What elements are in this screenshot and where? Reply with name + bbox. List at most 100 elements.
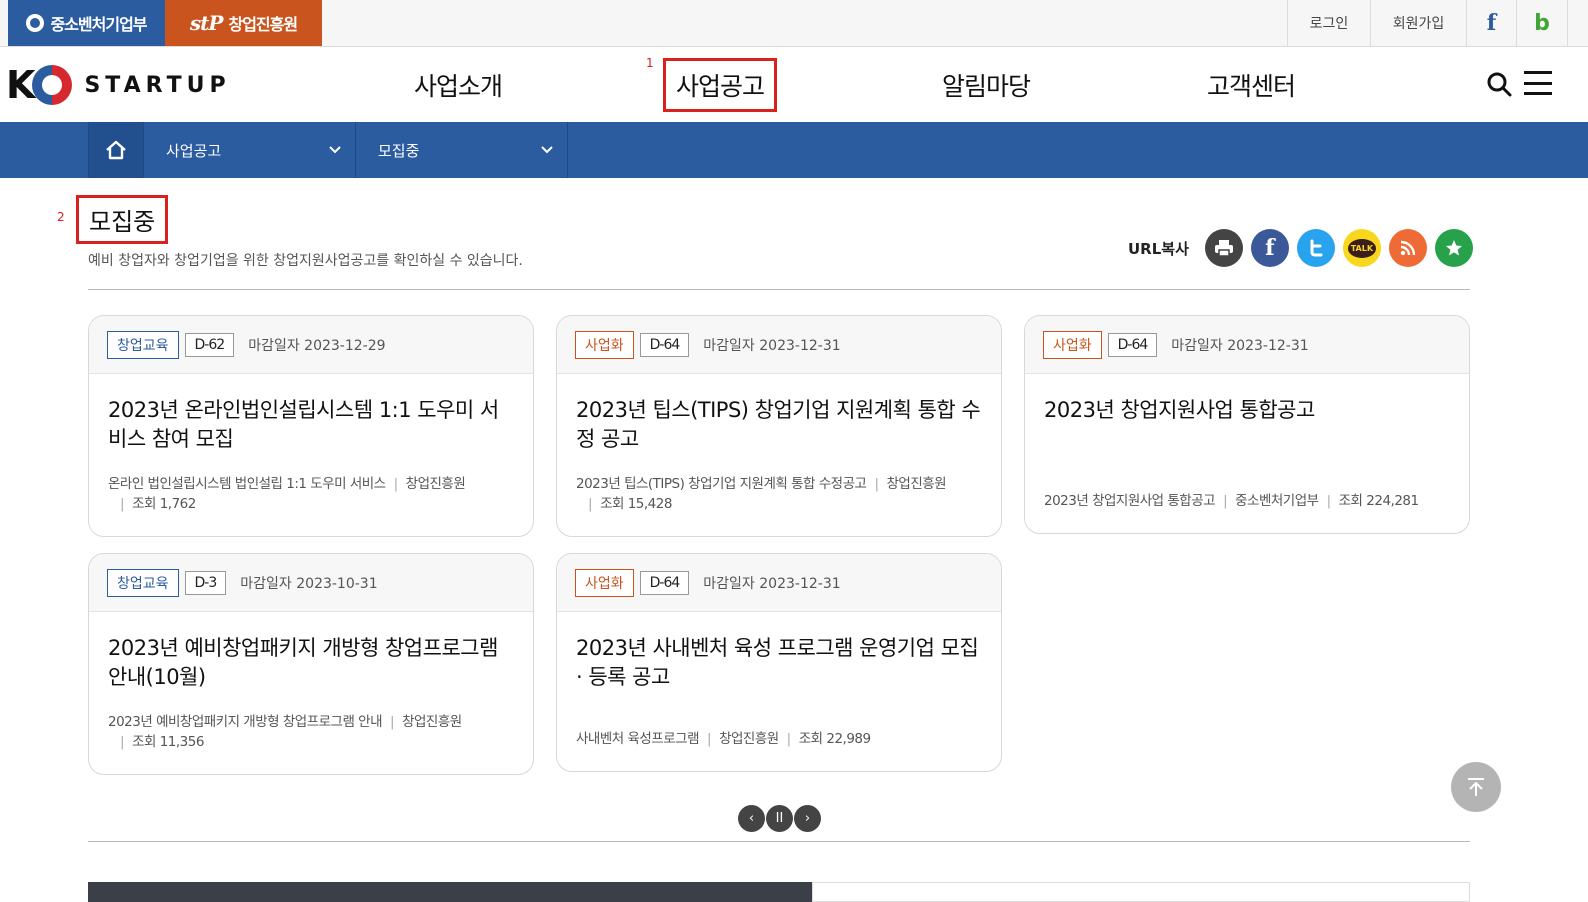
- annotation-marker-1: 1: [646, 56, 654, 70]
- share-toolbar: URL복사 f TALK: [1128, 229, 1473, 267]
- top-links: 로그인 회원가입 f b: [1287, 0, 1568, 46]
- arrow-up-icon: [1468, 778, 1484, 796]
- deadline-date: 마감일자 2023-10-31: [240, 575, 378, 592]
- card-views: 조회 11,356: [132, 734, 204, 750]
- card-header: 사업화 D-64 마감일자 2023-12-31: [1025, 316, 1469, 374]
- annotation-marker-2: 2: [57, 210, 65, 224]
- sub-navigation-bar: 사업공고 모집중: [0, 122, 1588, 178]
- card-header: 사업화 D-64 마감일자 2023-12-31: [557, 554, 1001, 612]
- kakaotalk-label: TALK: [1347, 238, 1377, 258]
- category-dropdown[interactable]: 사업공고: [144, 122, 356, 178]
- facebook-share-icon[interactable]: f: [1250, 229, 1289, 267]
- content-divider: [88, 289, 1470, 290]
- card-views: 조회 1,762: [132, 496, 196, 512]
- deadline-date: 마감일자 2023-12-31: [703, 575, 841, 592]
- logo-letter-k: K: [6, 63, 36, 107]
- card-org: 중소벤처기업부: [1235, 493, 1319, 509]
- site-logo[interactable]: K STARTUP: [6, 61, 231, 109]
- ministry-link[interactable]: 중소벤처기업부: [8, 0, 165, 46]
- page-title: 모집중: [76, 195, 169, 244]
- notice-card[interactable]: 사업화 D-64 마감일자 2023-12-31 2023년 사내벤처 육성 프…: [556, 553, 1002, 772]
- top-utility-bar: 중소벤처기업부 stP 창업진흥원 로그인 회원가입 f b: [0, 0, 1588, 47]
- category-tag: 사업화: [1043, 330, 1102, 359]
- card-org: 창업진흥원: [886, 476, 947, 492]
- card-header: 창업교육 D-62 마감일자 2023-12-29: [89, 316, 533, 374]
- category-tag: 사업화: [575, 330, 634, 359]
- facebook-icon[interactable]: f: [1466, 0, 1516, 46]
- card-views: 조회 15,428: [600, 496, 672, 512]
- dday-badge: D-3: [184, 570, 227, 595]
- scroll-to-top-button[interactable]: [1451, 762, 1501, 812]
- kakaotalk-share-icon[interactable]: TALK: [1342, 229, 1381, 267]
- card-summary: 2023년 예비창업패키지 개방형 창업프로그램 안내: [108, 714, 383, 730]
- main-header: K STARTUP 사업소개 1 사업공고 알림마당 고객센터: [0, 47, 1588, 122]
- card-title[interactable]: 2023년 온라인법인설립시스템 1:1 도우미 서비스 참여 모집: [89, 374, 533, 474]
- card-header: 사업화 D-64 마감일자 2023-12-31: [557, 316, 1001, 374]
- url-copy-button[interactable]: URL복사: [1128, 238, 1189, 259]
- favorite-star-icon[interactable]: [1434, 229, 1473, 267]
- card-meta: 2023년 예비창업패키지 개방형 창업프로그램 안내 | 창업진흥원 | 조회 11,…: [108, 714, 462, 750]
- card-summary: 사내벤처 육성프로그램: [576, 731, 700, 747]
- deadline-date: 마감일자 2023-12-31: [1171, 337, 1309, 354]
- card-title[interactable]: 2023년 사내벤처 육성 프로그램 운영기업 모집 · 등록 공고: [557, 612, 1001, 729]
- prev-button[interactable]: ‹: [738, 805, 765, 832]
- category-dropdown-label: 사업공고: [166, 141, 222, 160]
- dday-badge: D-64: [639, 570, 690, 595]
- nav-notice-board[interactable]: 알림마당: [942, 47, 1031, 122]
- card-org: 창업진흥원: [402, 714, 462, 730]
- twitter-share-icon[interactable]: [1296, 229, 1335, 267]
- pause-button[interactable]: II: [766, 805, 793, 832]
- bottom-tab-inactive[interactable]: [812, 882, 1470, 902]
- status-dropdown-label: 모집중: [378, 141, 420, 160]
- card-title[interactable]: 2023년 팁스(TIPS) 창업기업 지원계획 통합 수정 공고: [557, 374, 1001, 474]
- nav-business-notice[interactable]: 사업공고: [663, 47, 778, 122]
- blog-icon[interactable]: b: [1516, 0, 1568, 46]
- dday-badge: D-64: [639, 332, 690, 357]
- card-meta: 2023년 창업지원사업 통합공고 | 중소벤처기업부 | 조회 224,281: [1044, 493, 1419, 509]
- notice-card[interactable]: 창업교육 D-62 마감일자 2023-12-29 2023년 온라인법인설립시…: [88, 315, 534, 537]
- card-org: 창업진흥원: [719, 731, 779, 747]
- login-link[interactable]: 로그인: [1287, 0, 1370, 46]
- ministry-logo-icon: [26, 14, 45, 32]
- card-meta: 사내벤처 육성프로그램 | 창업진흥원 | 조회 22,989: [576, 731, 871, 747]
- card-title[interactable]: 2023년 예비창업패키지 개방형 창업프로그램 안내(10월): [89, 612, 533, 712]
- bottom-tab-active[interactable]: [88, 882, 812, 902]
- carousel-controls: ‹ II ›: [738, 805, 821, 832]
- next-button[interactable]: ›: [794, 805, 821, 832]
- nav-business-intro[interactable]: 사업소개: [414, 47, 503, 122]
- hamburger-menu-icon[interactable]: [1524, 71, 1552, 95]
- card-meta: 온라인 법인설립시스템 법인설립 1:1 도우미 서비스 | 창업진흥원 | 조회 1,…: [108, 476, 466, 512]
- section-divider: [88, 841, 1470, 842]
- card-views: 조회 224,281: [1338, 493, 1419, 509]
- card-summary: 온라인 법인설립시스템 법인설립 1:1 도우미 서비스: [108, 476, 386, 492]
- agency-logo-icon: stP: [189, 11, 224, 35]
- card-header: 창업교육 D-3 마감일자 2023-10-31: [89, 554, 533, 612]
- home-icon: [106, 140, 126, 160]
- chevron-down-icon: [541, 146, 553, 154]
- card-summary: 2023년 창업지원사업 통합공고: [1044, 493, 1216, 509]
- card-views: 조회 22,989: [798, 731, 871, 747]
- notice-card[interactable]: 창업교육 D-3 마감일자 2023-10-31 2023년 예비창업패키지 개…: [88, 553, 534, 775]
- card-title[interactable]: 2023년 창업지원사업 통합공고: [1025, 374, 1469, 491]
- category-tag: 창업교육: [107, 330, 179, 359]
- home-button[interactable]: [88, 122, 144, 178]
- print-icon[interactable]: [1204, 229, 1243, 267]
- logo-wordmark: STARTUP: [84, 72, 231, 98]
- category-tag: 사업화: [575, 568, 634, 597]
- rss-icon[interactable]: [1388, 229, 1427, 267]
- card-summary: 2023년 팁스(TIPS) 창업기업 지원계획 통합 수정공고: [576, 476, 867, 492]
- dday-badge: D-62: [184, 332, 235, 357]
- status-dropdown[interactable]: 모집중: [356, 122, 568, 178]
- search-icon[interactable]: [1486, 71, 1512, 97]
- nav-business-notice-label: 사업공고: [663, 57, 778, 112]
- nav-customer-center[interactable]: 고객센터: [1207, 47, 1296, 122]
- card-org: 창업진흥원: [405, 476, 466, 492]
- chevron-down-icon: [329, 146, 341, 154]
- deadline-date: 마감일자 2023-12-29: [248, 337, 386, 354]
- ministry-label: 중소벤처기업부: [50, 15, 147, 34]
- notice-card[interactable]: 사업화 D-64 마감일자 2023-12-31 2023년 팁스(TIPS) …: [556, 315, 1002, 537]
- notice-card[interactable]: 사업화 D-64 마감일자 2023-12-31 2023년 창업지원사업 통합…: [1024, 315, 1470, 534]
- agency-link[interactable]: stP 창업진흥원: [165, 0, 322, 46]
- deadline-date: 마감일자 2023-12-31: [703, 337, 841, 354]
- join-link[interactable]: 회원가입: [1370, 0, 1466, 46]
